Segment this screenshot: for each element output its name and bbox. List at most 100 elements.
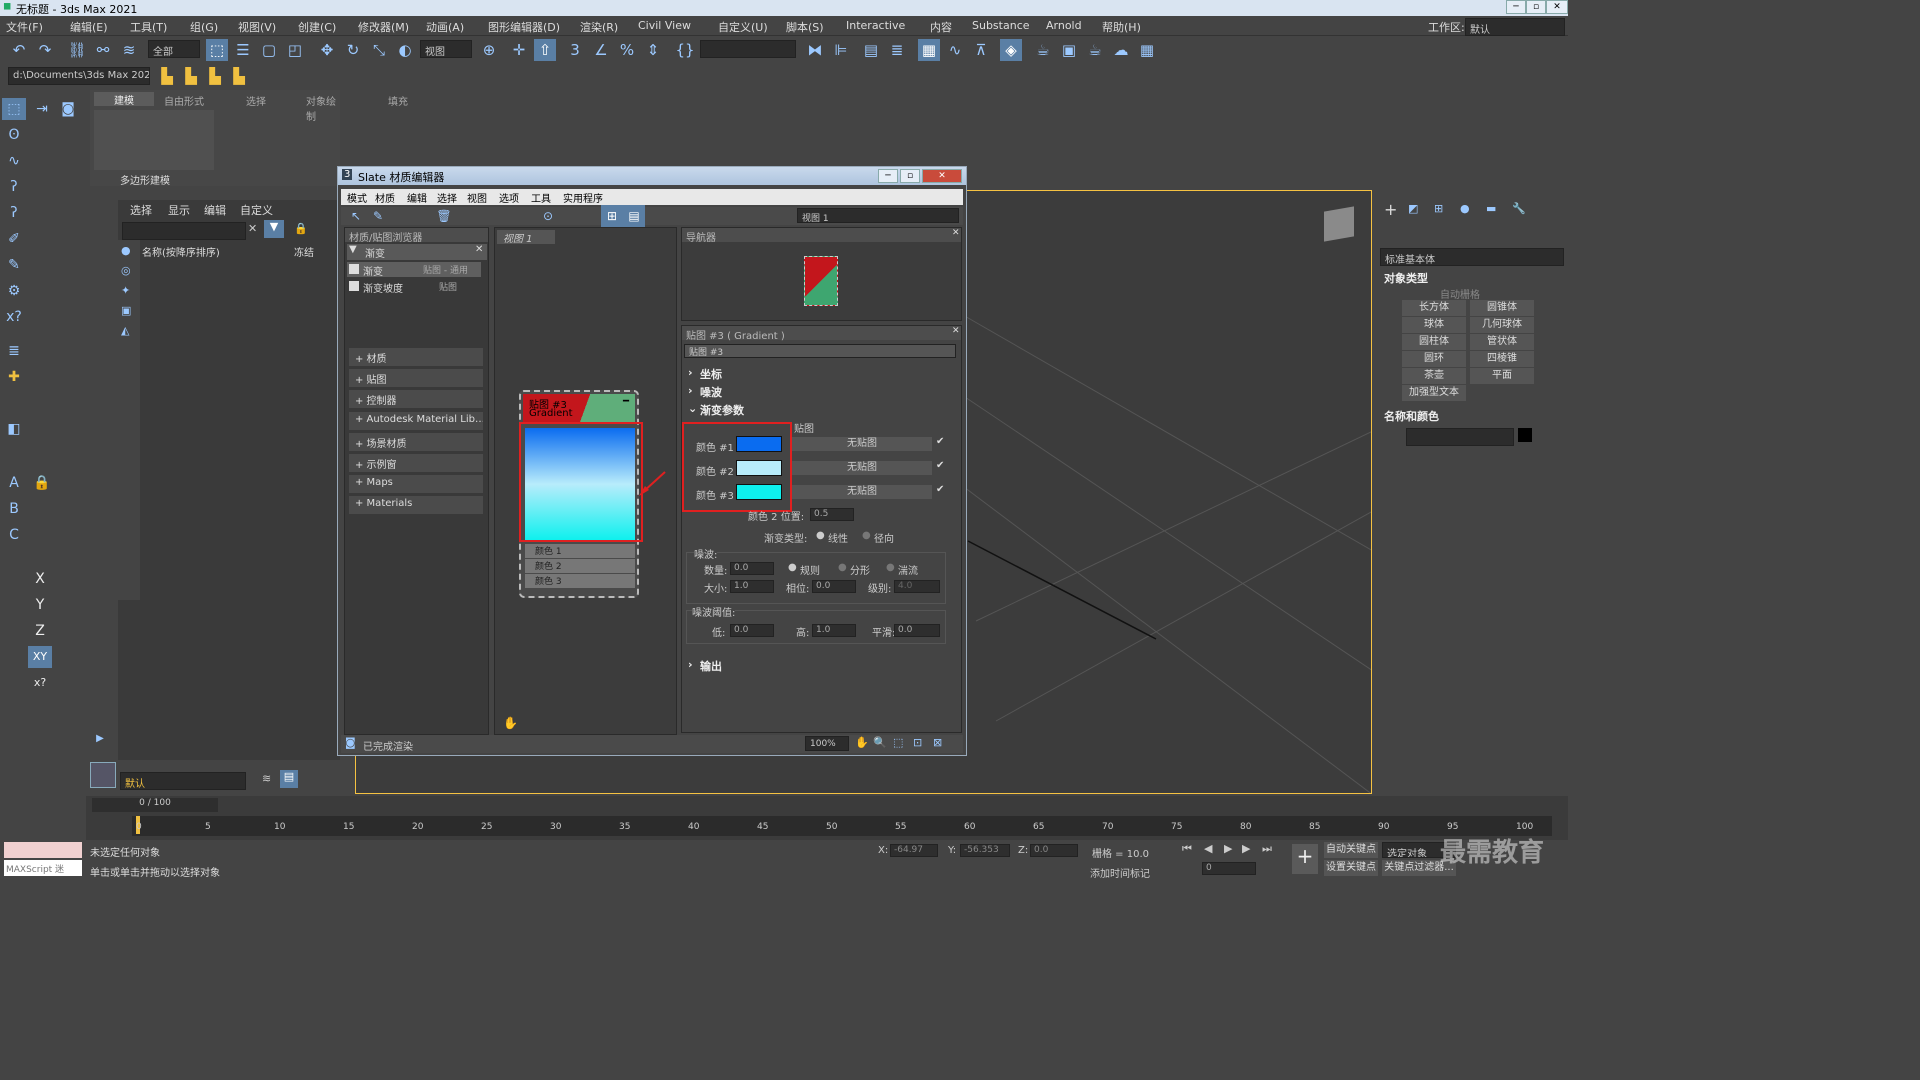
- ribbon-tab-modeling[interactable]: 建模: [94, 92, 154, 107]
- close-button[interactable]: ✕: [1546, 0, 1568, 14]
- text-c-icon[interactable]: C: [2, 524, 26, 546]
- torus-button[interactable]: 圆环: [1402, 351, 1466, 367]
- display-helpers-icon[interactable]: ◭: [121, 324, 129, 337]
- isolate-icon[interactable]: ◙: [56, 98, 80, 120]
- axis-xq-icon[interactable]: x?: [28, 672, 52, 694]
- noise-rollout-icon[interactable]: ›: [688, 384, 693, 397]
- lock-icon[interactable]: 🔒: [30, 472, 54, 494]
- next-frame-icon[interactable]: ▶: [1242, 842, 1250, 855]
- pen-icon[interactable]: ✐: [2, 228, 26, 250]
- scene-tab-edit[interactable]: 编辑: [204, 202, 226, 218]
- manipulate-icon[interactable]: ✛: [508, 39, 530, 61]
- gradient-radial-radio[interactable]: 径向: [874, 530, 894, 545]
- menu-item[interactable]: Arnold: [1046, 19, 1082, 32]
- menu-item[interactable]: 帮助(H): [1102, 19, 1141, 35]
- slate-maximize-button[interactable]: ▫: [900, 169, 920, 183]
- add-key-icon[interactable]: +: [1292, 844, 1318, 874]
- menu-item[interactable]: 渲染(R): [580, 19, 618, 35]
- prev-frame-icon[interactable]: ◀: [1204, 842, 1212, 855]
- rect-region-icon[interactable]: ▢: [258, 39, 280, 61]
- browser-result-gradient[interactable]: 渐变 贴图 - 通用: [347, 262, 481, 278]
- browser-collapse-icon[interactable]: ▼: [349, 244, 357, 255]
- snap-toggle-icon[interactable]: 3: [564, 39, 586, 61]
- z-coord-field[interactable]: 0.0: [1030, 844, 1078, 857]
- output-rollout-icon[interactable]: ›: [688, 658, 693, 671]
- named-selection-sets[interactable]: [700, 40, 796, 58]
- display-lights-icon[interactable]: ✦: [121, 284, 130, 297]
- menu-item[interactable]: Interactive: [846, 19, 905, 32]
- menu-item[interactable]: 动画(A): [426, 19, 464, 35]
- select-tool-icon[interactable]: ⬚: [2, 98, 26, 120]
- slate-menu-item[interactable]: 选项: [499, 190, 519, 205]
- color3-map-toggle[interactable]: ✔: [936, 484, 944, 495]
- unlink-icon[interactable]: ⚯: [92, 39, 114, 61]
- autogrid-checkbox[interactable]: 自动栅格: [1440, 286, 1480, 301]
- spinner-snap-icon[interactable]: ⇕: [642, 39, 664, 61]
- noise-regular-radio[interactable]: 规则: [800, 562, 820, 577]
- column-name[interactable]: 名称(按降序排序): [142, 244, 220, 259]
- rotate-icon[interactable]: ↻: [342, 39, 364, 61]
- select-object-icon[interactable]: ⬚: [206, 39, 228, 61]
- paint-select-icon[interactable]: ∿: [2, 150, 26, 172]
- browser-result-gradient-ramp[interactable]: 渐变坡度 贴图: [347, 279, 481, 295]
- motion-tab-icon[interactable]: ●: [1460, 202, 1470, 215]
- slate-menu-item[interactable]: 选择: [437, 190, 457, 205]
- pan-hand-icon[interactable]: ✋: [503, 716, 518, 730]
- add-time-tag[interactable]: 添加时间标记: [1090, 865, 1150, 880]
- place-icon[interactable]: ◐: [394, 39, 416, 61]
- plane-button[interactable]: 平面: [1470, 368, 1534, 384]
- coordinates-rollout-icon[interactable]: ›: [688, 366, 693, 379]
- axis-z-icon[interactable]: Z: [28, 620, 52, 642]
- output-rollout[interactable]: 输出: [700, 658, 722, 674]
- a360-gallery-icon[interactable]: ▦: [1136, 39, 1158, 61]
- auto-key-button[interactable]: 自动关键点: [1324, 842, 1378, 858]
- workspace-select[interactable]: 默认: [1465, 18, 1565, 36]
- object-color-swatch[interactable]: [1518, 428, 1532, 442]
- lasso-icon[interactable]: ʘ: [2, 124, 26, 146]
- create-tab-icon[interactable]: +: [1384, 200, 1397, 219]
- slate-select-icon[interactable]: ↖: [345, 205, 367, 227]
- toggle-ribbon-icon[interactable]: ▦: [918, 39, 940, 61]
- filter-icon[interactable]: ▼: [264, 220, 284, 238]
- axis-xy-icon[interactable]: XY: [28, 646, 52, 668]
- group-sample-slots[interactable]: + 示例窗: [349, 454, 483, 472]
- menu-item[interactable]: 文件(F): [6, 19, 43, 35]
- open-project-icon[interactable]: ▙: [180, 65, 202, 87]
- selection-filter[interactable]: 全部: [148, 40, 200, 58]
- align-icon[interactable]: ⊫: [830, 39, 852, 61]
- play-icon[interactable]: ▶: [1224, 842, 1232, 855]
- cone-button[interactable]: 圆锥体: [1470, 300, 1534, 316]
- noise-phase-spinner[interactable]: 0.0: [812, 580, 856, 593]
- undo-icon[interactable]: ↶: [8, 39, 30, 61]
- node-port-color3[interactable]: 颜色 3: [525, 574, 635, 588]
- zoom-select[interactable]: 100%: [805, 736, 849, 751]
- navigator-close-icon[interactable]: ✕: [952, 228, 960, 238]
- group-autodesk-lib[interactable]: + Autodesk Material Lib…: [349, 412, 483, 430]
- y-coord-field[interactable]: -56.353: [960, 844, 1010, 857]
- browser-search[interactable]: 渐变: [347, 244, 487, 260]
- schematic-view-icon[interactable]: ⊼: [970, 39, 992, 61]
- add-icon[interactable]: ✚: [2, 366, 26, 388]
- layer-tool-icon[interactable]: ⇥: [30, 98, 54, 120]
- expand-icon[interactable]: ▶: [88, 728, 112, 750]
- stack-icon[interactable]: ≣: [2, 340, 26, 362]
- view-tab[interactable]: 视图 1: [497, 230, 555, 245]
- noise-fractal-radio[interactable]: 分形: [850, 562, 870, 577]
- maxscript-listener[interactable]: [4, 842, 82, 858]
- hierarchy-tab-icon[interactable]: ⊞: [1434, 202, 1443, 215]
- noise-amount-spinner[interactable]: 0.0: [730, 562, 774, 575]
- display-cameras-icon[interactable]: ▣: [121, 304, 131, 317]
- pivot-icon[interactable]: ⊕: [478, 39, 500, 61]
- cylinder-button[interactable]: 圆柱体: [1402, 334, 1466, 350]
- modify-tab-icon[interactable]: ◩: [1408, 202, 1418, 215]
- slate-view-select[interactable]: 视图 1: [797, 208, 959, 223]
- xy-helper-icon[interactable]: x?: [2, 306, 26, 328]
- utilities-tab-icon[interactable]: 🔧: [1512, 202, 1526, 215]
- gradient-linear-radio-icon[interactable]: ●: [816, 530, 825, 541]
- ref-coord-select[interactable]: 视图: [420, 40, 472, 58]
- bind-spacewarp-icon[interactable]: ≋: [118, 39, 140, 61]
- slate-menu-item[interactable]: 编辑: [407, 190, 427, 205]
- eyedropper-icon[interactable]: ✎: [367, 205, 389, 227]
- percent-snap-icon[interactable]: %: [616, 39, 638, 61]
- display-geometry-icon[interactable]: ●: [121, 244, 131, 257]
